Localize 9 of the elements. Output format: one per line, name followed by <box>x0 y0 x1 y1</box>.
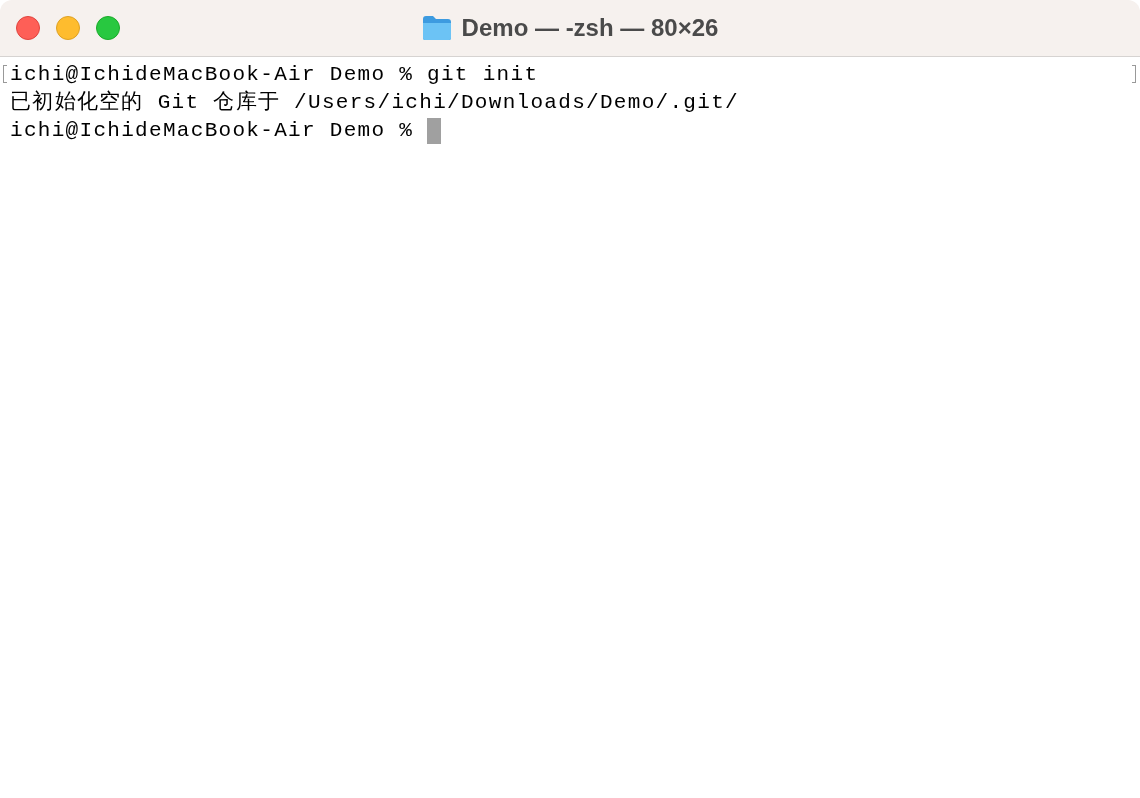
minimize-button[interactable] <box>56 16 80 40</box>
window-title: Demo — -zsh — 80×26 <box>461 14 719 42</box>
terminal-line: ichi@IchideMacBook-Air Demo % git init <box>10 62 539 88</box>
terminal-line: ichi@IchideMacBook-Air Demo % <box>10 118 414 144</box>
terminal-line: 已初始化空的 Git 仓库于 /Users/ichi/Downloads/Demo/.git/ <box>10 89 739 116</box>
zoom-button[interactable] <box>96 16 120 40</box>
mark-bracket-icon <box>1132 65 1136 83</box>
folder-icon <box>421 15 452 41</box>
close-button[interactable] <box>16 16 40 40</box>
